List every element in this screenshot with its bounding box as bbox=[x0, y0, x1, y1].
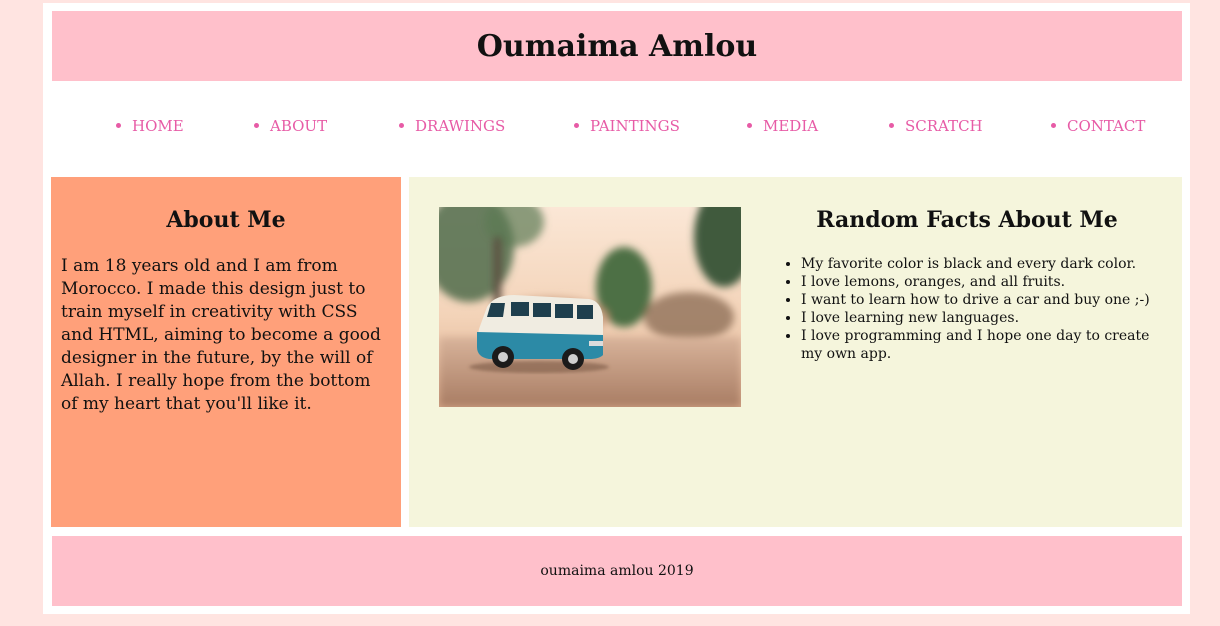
nav-item-scratch[interactable]: SCRATCH bbox=[889, 117, 983, 135]
page-container: Oumaima Amlou HOME ABOUT DRAWINGS PAINTI… bbox=[43, 3, 1190, 614]
fact-item: I love learning new languages. bbox=[801, 309, 1175, 327]
facts-panel: Random Facts About Me My favorite color … bbox=[409, 177, 1182, 527]
nav-link-contact[interactable]: CONTACT bbox=[1067, 117, 1145, 135]
about-text: I am 18 years old and I am from Morocco.… bbox=[61, 256, 381, 414]
site-title: Oumaima Amlou bbox=[476, 28, 758, 64]
nav-item-media[interactable]: MEDIA bbox=[747, 117, 818, 135]
van-photo bbox=[439, 207, 741, 407]
fact-item: My favorite color is black and every dar… bbox=[801, 255, 1175, 273]
nav-item-about[interactable]: ABOUT bbox=[254, 117, 327, 135]
bullet-icon bbox=[116, 122, 121, 128]
bullet-icon bbox=[574, 122, 579, 128]
nav-link-about[interactable]: ABOUT bbox=[270, 117, 327, 135]
fact-item: I love lemons, oranges, and all fruits. bbox=[801, 273, 1175, 291]
main-nav: HOME ABOUT DRAWINGS PAINTINGS MEDIA SCRA… bbox=[52, 81, 1182, 177]
nav-link-paintings[interactable]: PAINTINGS bbox=[590, 117, 680, 135]
bullet-icon bbox=[889, 122, 894, 128]
site-header: Oumaima Amlou bbox=[52, 11, 1182, 81]
bullet-icon bbox=[747, 122, 752, 128]
nav-item-drawings[interactable]: DRAWINGS bbox=[399, 117, 505, 135]
bullet-icon bbox=[399, 122, 404, 128]
facts-heading: Random Facts About Me bbox=[816, 207, 1118, 233]
site-footer: oumaima amlou 2019 bbox=[52, 536, 1182, 606]
nav-link-drawings[interactable]: DRAWINGS bbox=[415, 117, 505, 135]
footer-text: oumaima amlou 2019 bbox=[540, 563, 694, 579]
nav-link-media[interactable]: MEDIA bbox=[763, 117, 818, 135]
nav-item-contact[interactable]: CONTACT bbox=[1051, 117, 1145, 135]
nav-link-scratch[interactable]: SCRATCH bbox=[905, 117, 983, 135]
bullet-icon bbox=[254, 122, 259, 128]
bullet-icon bbox=[1051, 122, 1056, 128]
about-heading: About Me bbox=[166, 207, 286, 233]
about-panel: About Me I am 18 years old and I am from… bbox=[51, 177, 401, 527]
nav-item-paintings[interactable]: PAINTINGS bbox=[574, 117, 680, 135]
fact-item: I want to learn how to drive a car and b… bbox=[801, 291, 1175, 309]
facts-list: My favorite color is black and every dar… bbox=[783, 255, 1175, 363]
nav-link-home[interactable]: HOME bbox=[132, 117, 184, 135]
nav-item-home[interactable]: HOME bbox=[116, 117, 184, 135]
fact-item: I love programming and I hope one day to… bbox=[801, 327, 1175, 363]
